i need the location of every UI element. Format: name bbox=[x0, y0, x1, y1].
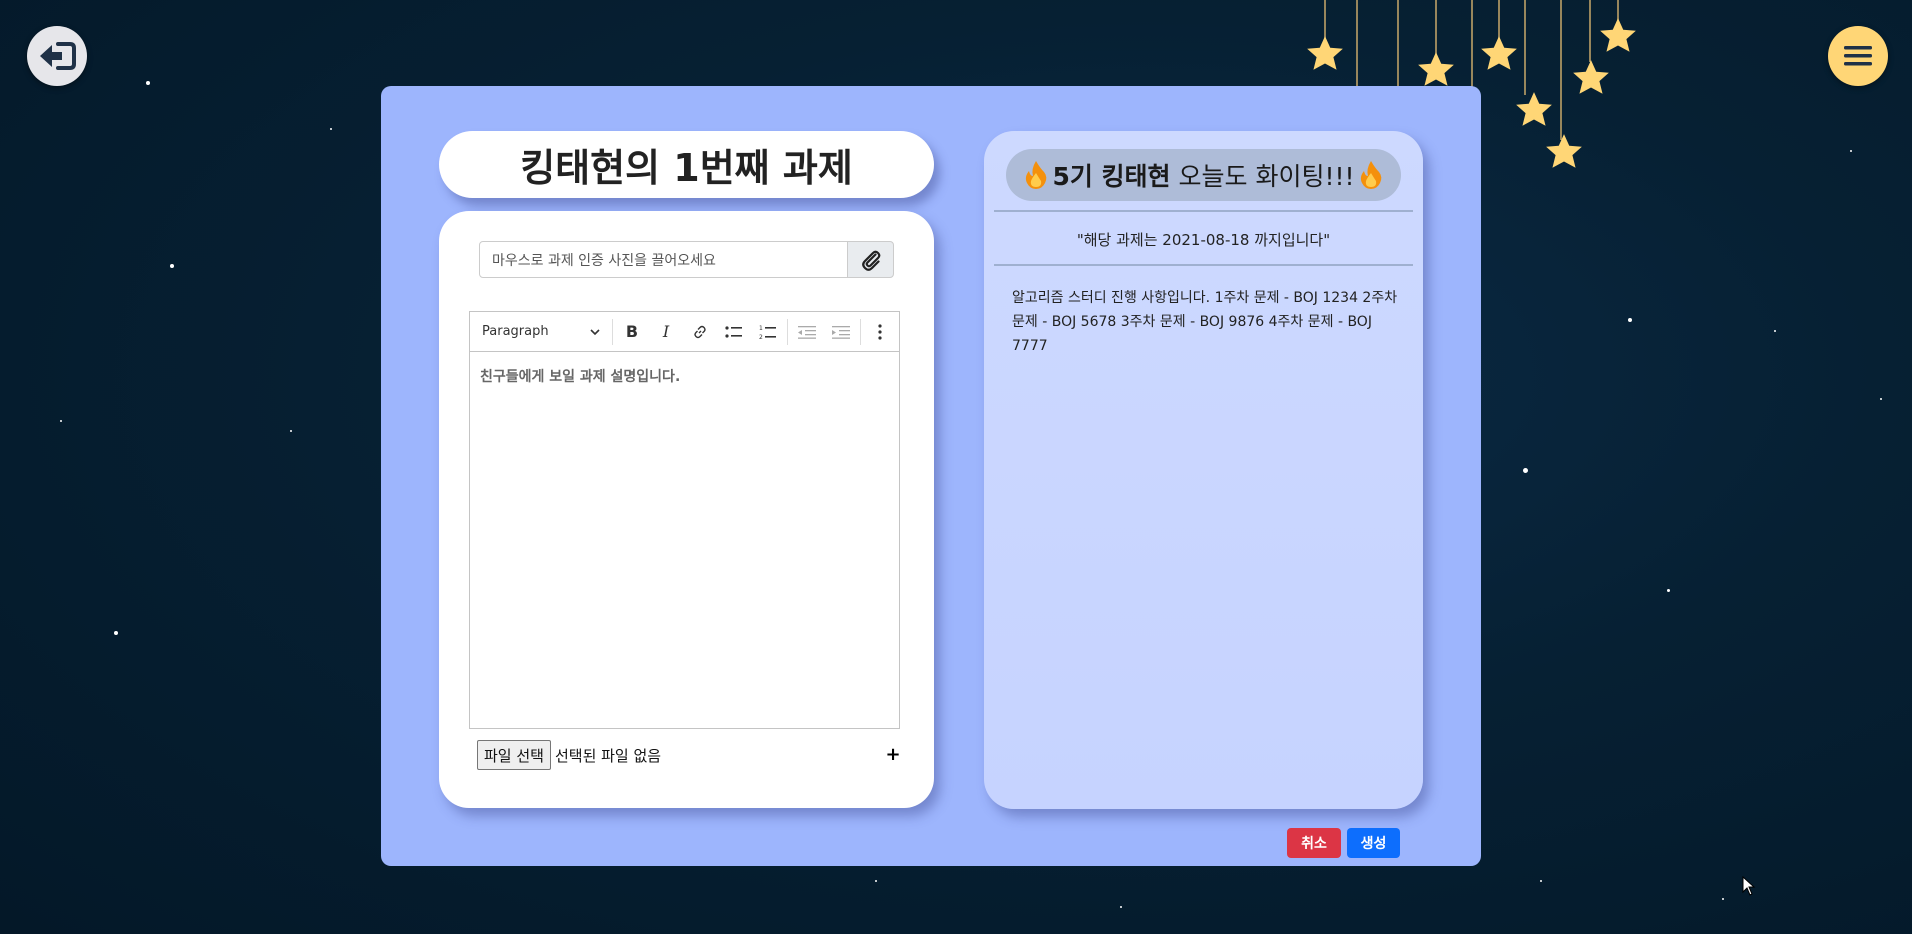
attach-button[interactable] bbox=[847, 241, 894, 278]
assignment-title: 킹태현의 1번째 과제 bbox=[439, 131, 934, 198]
add-file-button[interactable]: + bbox=[881, 741, 905, 767]
paragraph-format-dropdown[interactable]: Paragraph bbox=[470, 312, 610, 351]
bold-button[interactable]: B bbox=[615, 315, 649, 349]
assignment-info-card: 5기 킹태현 오늘도 화이팅!!! "해당 과제는 2021-08-18 까지입… bbox=[984, 131, 1423, 809]
cheer-name: 5기 킹태현 bbox=[1052, 162, 1171, 191]
mouse-cursor-icon bbox=[1742, 876, 1756, 896]
paperclip-icon bbox=[861, 250, 880, 271]
numbered-list-button[interactable]: 1 2 bbox=[751, 315, 785, 349]
assignment-description: 알고리즘 스터디 진행 사항입니다. 1주차 문제 - BOJ 1234 2주차… bbox=[1012, 290, 1398, 354]
file-upload-row: 파일 선택 선택된 파일 없음 bbox=[477, 740, 661, 770]
menu-button[interactable] bbox=[1828, 26, 1888, 86]
svg-text:2: 2 bbox=[759, 334, 763, 340]
bold-icon: B bbox=[625, 322, 639, 341]
vertical-ellipsis-icon bbox=[878, 323, 882, 340]
create-button[interactable]: 생성 bbox=[1347, 828, 1400, 858]
more-options-button[interactable] bbox=[863, 315, 897, 349]
toolbar-divider bbox=[612, 318, 613, 345]
svg-text:1: 1 bbox=[759, 325, 763, 332]
indent-button[interactable] bbox=[824, 315, 858, 349]
hamburger-menu-icon bbox=[1844, 46, 1872, 66]
cheer-banner: 5기 킹태현 오늘도 화이팅!!! bbox=[1006, 149, 1401, 201]
cancel-button[interactable]: 취소 bbox=[1287, 828, 1341, 858]
italic-button[interactable]: I bbox=[649, 315, 683, 349]
choose-file-button[interactable]: 파일 선택 bbox=[477, 740, 551, 770]
paragraph-format-label: Paragraph bbox=[482, 324, 549, 339]
italic-icon: I bbox=[662, 322, 670, 341]
file-status: 선택된 파일 없음 bbox=[554, 746, 662, 765]
photo-drop-input[interactable]: 마우스로 과제 인증 사진을 끌어오세요 bbox=[479, 241, 849, 278]
assignment-editor-card: 마우스로 과제 인증 사진을 끌어오세요 Paragraph B I 1 2 친… bbox=[439, 211, 934, 808]
editor-content: 친구들에게 보일 과제 설명입니다. bbox=[480, 369, 681, 385]
toolbar-divider bbox=[860, 318, 861, 345]
sign-out-back-icon bbox=[40, 42, 76, 70]
fire-icon bbox=[1026, 161, 1047, 189]
divider bbox=[994, 210, 1413, 212]
divider bbox=[994, 264, 1413, 266]
outdent-icon bbox=[798, 325, 816, 339]
chevron-down-icon bbox=[590, 328, 600, 335]
deadline-text: "해당 과제는 2021-08-18 까지입니다" bbox=[1076, 231, 1331, 249]
toolbar-divider bbox=[787, 318, 788, 345]
back-button[interactable] bbox=[27, 26, 87, 86]
outdent-button[interactable] bbox=[790, 315, 824, 349]
assignment-description-editor[interactable]: 친구들에게 보일 과제 설명입니다. bbox=[469, 351, 900, 729]
cheer-message: 오늘도 화이팅!!! bbox=[1170, 162, 1355, 191]
bulleted-list-icon bbox=[725, 325, 742, 338]
indent-icon bbox=[832, 325, 850, 339]
link-icon bbox=[694, 325, 706, 338]
bulleted-list-button[interactable] bbox=[717, 315, 751, 349]
fire-icon bbox=[1360, 161, 1381, 189]
numbered-list-icon: 1 2 bbox=[759, 325, 776, 340]
editor-toolbar: Paragraph B I 1 2 bbox=[469, 311, 900, 351]
link-button[interactable] bbox=[683, 315, 717, 349]
